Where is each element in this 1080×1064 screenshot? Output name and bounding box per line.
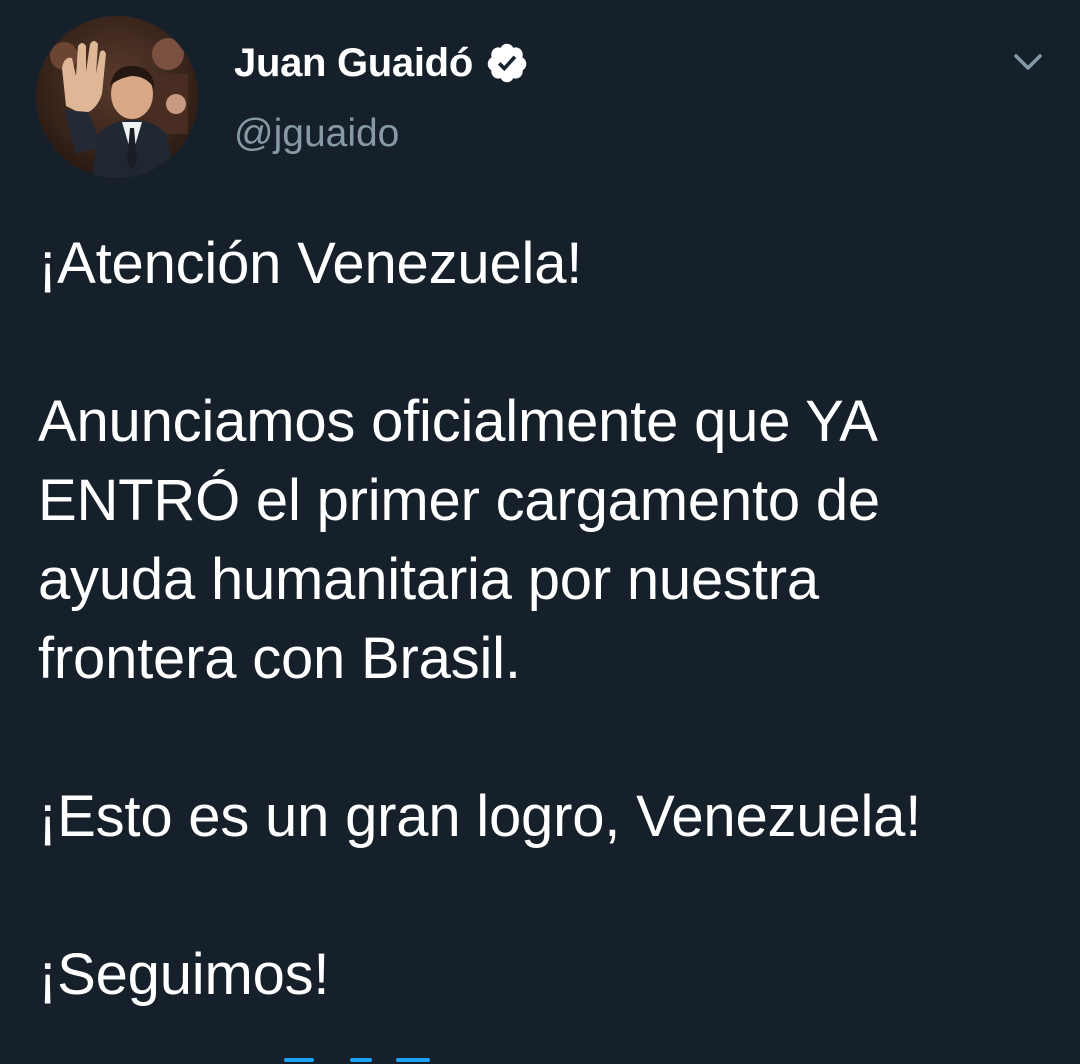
tweet-text: ¡Atención Venezuela! Anunciamos oficialm… — [38, 224, 1058, 1014]
chevron-down-icon — [1014, 54, 1042, 70]
author-handle[interactable]: @jguaido — [234, 112, 399, 156]
avatar[interactable] — [36, 16, 198, 178]
truncated-link-text[interactable] — [200, 1058, 460, 1064]
tweet-menu-button[interactable] — [1006, 40, 1050, 84]
tweet: Juan Guaidó @jguaido ¡Atención Venezuela… — [0, 0, 1080, 1064]
tweet-paragraph: ¡Seguimos! — [38, 942, 330, 1007]
author-name-row[interactable]: Juan Guaidó — [234, 38, 529, 88]
display-name[interactable]: Juan Guaidó — [234, 41, 473, 86]
tweet-paragraph: ¡Atención Venezuela! — [38, 231, 583, 296]
profile-photo — [36, 16, 198, 178]
tweet-paragraph: Anunciamos oficialmente que YA ENTRÓ el … — [38, 389, 880, 691]
verified-badge-icon — [485, 41, 529, 85]
tweet-paragraph: ¡Esto es un gran logro, Venezuela! — [38, 784, 922, 849]
